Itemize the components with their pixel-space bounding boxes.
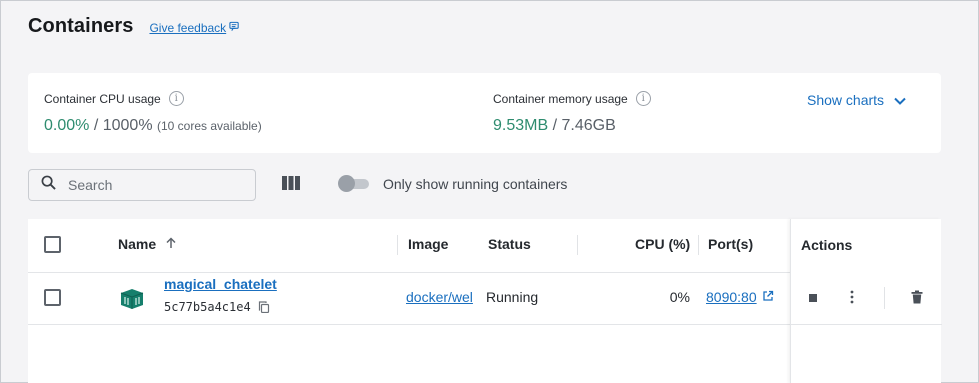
more-vertical-icon: [850, 290, 854, 309]
column-header-status[interactable]: Status: [488, 236, 531, 252]
give-feedback-label: Give feedback: [149, 21, 227, 35]
column-separator[interactable]: [577, 235, 578, 255]
select-all-checkbox[interactable]: [44, 236, 61, 253]
memory-usage-stat: Container memory usage i 9.53MB / 7.46GB: [493, 91, 651, 135]
search-icon: [41, 175, 56, 195]
containers-table: Name Image Status CPU (%) Port(s) magica…: [28, 219, 942, 383]
cpu-total: 1000%: [102, 117, 153, 134]
column-header-image[interactable]: Image: [408, 236, 448, 252]
container-id-text: 5c77b5a4c1e4: [164, 300, 251, 314]
port-link[interactable]: 8090:80: [706, 289, 774, 305]
port-text: 8090:80: [706, 289, 757, 305]
column-header-actions: Actions: [801, 237, 853, 253]
stop-icon: [808, 290, 818, 308]
show-charts-label: Show charts: [807, 92, 885, 108]
info-icon[interactable]: i: [168, 91, 184, 106]
memory-usage-value: 9.53MB / 7.46GB: [493, 117, 651, 135]
columns-button[interactable]: [273, 168, 309, 202]
row-checkbox[interactable]: [44, 289, 61, 306]
info-icon[interactable]: i: [635, 91, 651, 106]
arrow-up-icon: [165, 236, 177, 252]
chevron-down-icon: [894, 92, 906, 108]
container-id: 5c77b5a4c1e4: [164, 300, 270, 314]
feedback-icon: [229, 21, 240, 35]
cpu-usage-value: 0.00% / 1000% (10 cores available): [44, 117, 262, 135]
memory-total: 7.46GB: [561, 117, 616, 134]
search-box: [28, 169, 256, 201]
column-separator[interactable]: [698, 235, 699, 255]
actions-column: Actions: [790, 219, 942, 383]
running-only-label: Only show running containers: [383, 176, 568, 192]
memory-separator: /: [548, 117, 562, 134]
toggle-thumb: [338, 175, 355, 192]
toolbar: Only show running containers: [28, 168, 941, 202]
usage-stats-card: Container CPU usage i 0.00% / 1000% (10 …: [28, 73, 941, 153]
search-input[interactable]: [68, 177, 238, 193]
app-window: Containers Give feedback Container CPU u…: [0, 0, 979, 383]
running-only-toggle-group: Only show running containers: [338, 175, 568, 192]
cpu-used: 0.00%: [44, 117, 90, 134]
cpu-cores-note: (10 cores available): [157, 119, 262, 133]
cpu-usage-stat: Container CPU usage i 0.00% / 1000% (10 …: [44, 91, 262, 135]
column-image-label: Image: [408, 236, 449, 252]
cpu-usage-label: Container CPU usage: [44, 91, 161, 106]
container-name-link[interactable]: magical_chatelet: [164, 276, 277, 292]
columns-icon: [281, 175, 301, 196]
column-header-ports[interactable]: Port(s): [708, 236, 753, 252]
column-header-cpu[interactable]: CPU (%): [635, 236, 690, 252]
column-name-label: Name: [118, 236, 157, 252]
delete-button[interactable]: [907, 289, 927, 309]
status-text: Running: [486, 289, 539, 305]
memory-used: 9.53MB: [493, 117, 549, 134]
running-only-toggle[interactable]: [338, 175, 369, 192]
show-charts-button[interactable]: Show charts: [807, 92, 906, 108]
column-header-name[interactable]: Name: [118, 236, 177, 252]
memory-usage-label: Container memory usage: [493, 91, 628, 106]
image-link[interactable]: docker/wel: [406, 289, 480, 305]
external-link-icon: [762, 289, 774, 305]
give-feedback-link[interactable]: Give feedback: [149, 21, 240, 35]
column-separator[interactable]: [397, 235, 398, 255]
cpu-value: 0%: [669, 289, 690, 305]
stop-button[interactable]: [803, 289, 823, 309]
trash-icon: [911, 290, 923, 309]
column-cpu-label: CPU (%): [635, 236, 691, 252]
copy-icon[interactable]: [258, 301, 270, 314]
column-status-label: Status: [488, 236, 531, 252]
container-icon: [120, 288, 144, 315]
page-title: Containers: [28, 15, 134, 37]
more-actions-button[interactable]: [842, 289, 862, 309]
actions-divider: [884, 287, 885, 309]
column-ports-label: Port(s): [708, 236, 754, 252]
row-actions: [791, 273, 942, 325]
cpu-separator: /: [89, 117, 103, 134]
page-header: Containers Give feedback: [28, 15, 240, 38]
